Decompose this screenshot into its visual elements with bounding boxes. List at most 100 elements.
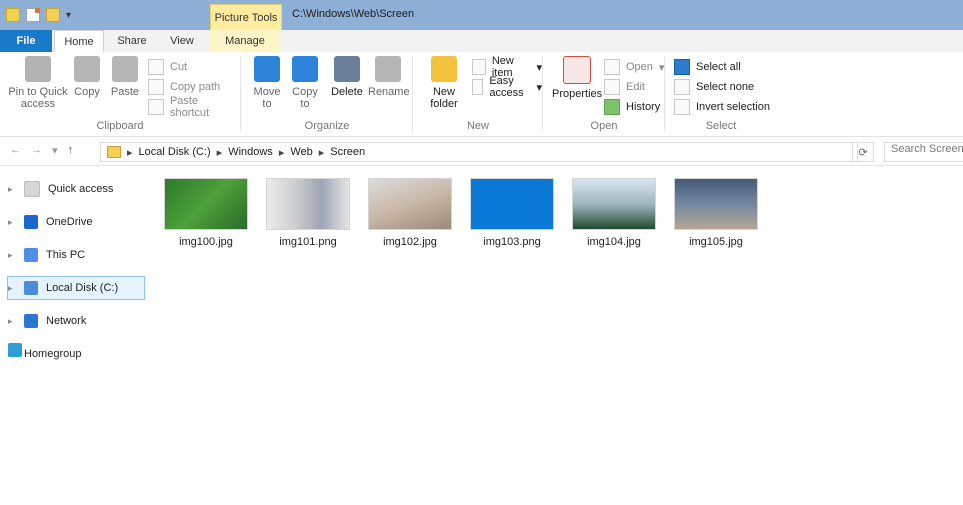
- chevron-down-icon[interactable]: ▾: [66, 10, 71, 21]
- tab-file[interactable]: File: [0, 30, 52, 52]
- file-item[interactable]: img103.png: [470, 178, 554, 248]
- edit-button[interactable]: Edit: [604, 78, 645, 96]
- move-to-button[interactable]: Move to: [252, 56, 282, 110]
- pin-icon: [25, 56, 51, 82]
- open-icon: [604, 59, 620, 75]
- nav-label: Homegroup: [24, 348, 82, 360]
- properties-button[interactable]: Properties: [552, 56, 602, 100]
- file-item[interactable]: img101.png: [266, 178, 350, 248]
- forward-arrow-icon[interactable]: →: [31, 144, 42, 157]
- select-all-label: Select all: [696, 61, 741, 73]
- group-select: Select all Select none Invert selection …: [666, 52, 776, 136]
- select-all-button[interactable]: Select all: [674, 58, 741, 76]
- quick-access-toolbar: ▾: [6, 6, 71, 24]
- invert-selection-label: Invert selection: [696, 101, 770, 113]
- thumbnail-image: [266, 178, 350, 230]
- thumbnail-image: [368, 178, 452, 230]
- recent-dropdown-icon[interactable]: ▾: [52, 144, 58, 157]
- picture-tools-tab[interactable]: Picture Tools: [210, 4, 282, 31]
- copy-to-label: Copy to: [292, 86, 318, 110]
- expand-arrow-icon[interactable]: ▸: [8, 283, 16, 294]
- breadcrumb-screen[interactable]: Screen: [330, 146, 365, 158]
- tab-home[interactable]: Home: [54, 30, 104, 53]
- cut-button[interactable]: Cut: [148, 58, 187, 76]
- rename-label: Rename: [368, 86, 410, 98]
- back-arrow-icon[interactable]: ←: [10, 144, 21, 157]
- expand-arrow-icon[interactable]: ▸: [8, 217, 16, 228]
- breadcrumb[interactable]: ▸ Local Disk (C:) ▸ Windows ▸ Web ▸ Scre…: [100, 142, 858, 162]
- select-all-icon: [674, 59, 690, 75]
- copy-path-icon: [148, 79, 164, 95]
- select-none-icon: [674, 79, 690, 95]
- delete-button[interactable]: Delete: [330, 56, 364, 98]
- paste-shortcut-button[interactable]: Paste shortcut: [148, 95, 240, 119]
- up-arrow-icon[interactable]: ↑: [68, 144, 74, 157]
- new-folder-icon: [431, 56, 457, 82]
- edit-icon: [604, 79, 620, 95]
- paste-button[interactable]: Paste: [110, 56, 140, 98]
- tab-share[interactable]: Share: [110, 30, 154, 52]
- copy-to-icon: [292, 56, 318, 82]
- folder-icon[interactable]: [6, 8, 20, 22]
- breadcrumb-local-disk[interactable]: Local Disk (C:): [139, 146, 211, 158]
- file-name: img100.jpg: [179, 236, 233, 248]
- properties-label: Properties: [552, 88, 603, 100]
- paste-shortcut-icon: [148, 99, 164, 115]
- homegroup-icon: [8, 343, 22, 357]
- invert-selection-button[interactable]: Invert selection: [674, 98, 770, 116]
- file-item[interactable]: img100.jpg: [164, 178, 248, 248]
- file-item[interactable]: img104.jpg: [572, 178, 656, 248]
- nav-local-disk[interactable]: ▸ Local Disk (C:): [7, 276, 145, 300]
- paste-label: Paste: [110, 86, 140, 98]
- move-to-label: Move to: [253, 86, 281, 110]
- refresh-icon[interactable]: ⟳: [852, 142, 874, 162]
- nav-quick-access[interactable]: ▸ Quick access: [8, 178, 144, 200]
- pc-icon: [24, 248, 38, 262]
- tab-manage[interactable]: Manage: [210, 30, 280, 52]
- pin-label: Pin to Quick access: [8, 86, 68, 110]
- properties-icon[interactable]: [26, 8, 40, 22]
- search-input[interactable]: Search Screen: [884, 142, 963, 162]
- nav-homegroup[interactable]: ▸ Homegroup: [8, 343, 144, 365]
- paste-shortcut-label: Paste shortcut: [169, 95, 210, 119]
- organize-group-label: Organize: [304, 120, 350, 132]
- select-none-label: Select none: [696, 81, 755, 93]
- history-button[interactable]: History: [604, 98, 660, 116]
- new-item-button[interactable]: New item ▾: [472, 55, 542, 79]
- easy-access-button[interactable]: Easy access ▾: [472, 75, 542, 99]
- file-item[interactable]: img105.jpg: [674, 178, 758, 248]
- file-item[interactable]: img102.jpg: [368, 178, 452, 248]
- easy-access-label: Easy access: [489, 75, 524, 99]
- new-group-label: New: [466, 120, 489, 132]
- expand-arrow-icon[interactable]: ▸: [8, 250, 16, 261]
- new-folder-icon[interactable]: [46, 8, 60, 22]
- nav-label: Local Disk (C:): [46, 282, 119, 294]
- select-none-button[interactable]: Select none: [674, 78, 754, 96]
- new-folder-button[interactable]: New folder: [422, 56, 466, 110]
- properties-icon: [563, 56, 591, 84]
- expand-arrow-icon[interactable]: ▸: [8, 316, 16, 327]
- file-list: img100.jpg img101.png img102.jpg img103.…: [150, 168, 963, 498]
- open-button[interactable]: Open ▾: [604, 58, 664, 76]
- copy-path-button[interactable]: Copy path: [148, 78, 220, 96]
- history-label: History: [626, 101, 661, 113]
- breadcrumb-web[interactable]: Web: [290, 146, 312, 158]
- select-group-label: Select: [705, 120, 737, 132]
- group-new: New folder New item ▾ Easy access ▾ New: [414, 52, 542, 136]
- nav-this-pc[interactable]: ▸ This PC: [8, 244, 144, 266]
- nav-label: This PC: [46, 249, 86, 261]
- nav-label: Network: [46, 315, 87, 327]
- pin-quick-access-button[interactable]: Pin to Quick access: [8, 56, 68, 110]
- copy-to-button[interactable]: Copy to: [290, 56, 320, 110]
- ribbon-separator: [542, 56, 543, 132]
- nav-network[interactable]: ▸ Network: [8, 310, 144, 332]
- expand-arrow-icon[interactable]: ▸: [8, 184, 16, 195]
- paste-icon: [112, 56, 138, 82]
- nav-onedrive[interactable]: ▸ OneDrive: [8, 211, 144, 233]
- rename-button[interactable]: Rename: [368, 56, 410, 98]
- copy-button[interactable]: Copy: [72, 56, 102, 98]
- navigation-pane: ▸ Quick access ▸ OneDrive ▸ This PC ▸ Lo…: [0, 168, 150, 498]
- folder-icon: [107, 146, 121, 158]
- breadcrumb-windows[interactable]: Windows: [228, 146, 273, 158]
- tab-view[interactable]: View: [162, 30, 202, 52]
